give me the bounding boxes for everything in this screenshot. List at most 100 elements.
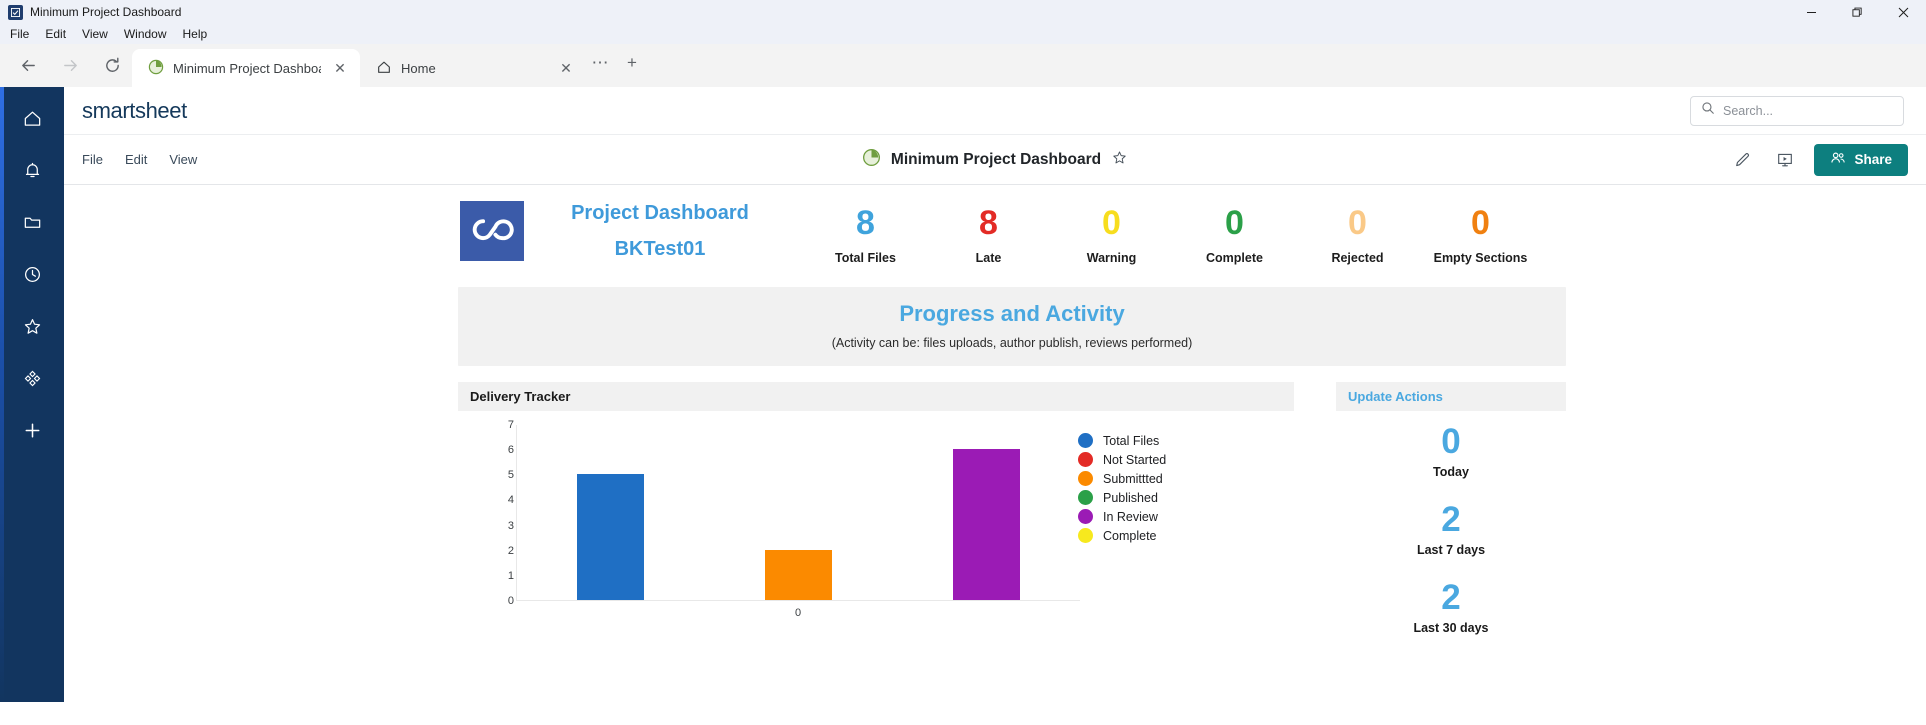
document-title-group: Minimum Project Dashboard [64, 148, 1926, 172]
legend-label: Published [1103, 490, 1158, 505]
pencil-icon[interactable] [1730, 147, 1756, 173]
chart-plot-area [516, 425, 1080, 601]
kpi-total-files: 8 Total Files [804, 201, 927, 265]
dashboard-canvas: Project Dashboard BKTest01 8 Total Files… [64, 185, 1926, 702]
kpi-label: Late [975, 251, 1002, 265]
chart-bar-slot [892, 425, 1080, 600]
legend-item[interactable]: Complete [1078, 528, 1166, 543]
sidebar-item-solutions[interactable] [15, 361, 49, 395]
kpi-label: Total Files [835, 251, 896, 265]
minimize-button[interactable] [1788, 0, 1834, 24]
y-axis-tick: 2 [507, 544, 514, 557]
kpi-value: 8 [856, 204, 875, 242]
tab-label: Minimum Project Dashboa [173, 60, 321, 76]
legend-label: Complete [1103, 528, 1157, 543]
delivery-tracker-widget: Delivery Tracker 7 6 5 4 3 2 1 0 0 Total Files N… [458, 382, 1294, 640]
sidebar-item-create[interactable] [15, 413, 49, 447]
forward-button[interactable] [56, 52, 84, 80]
tab-close-icon[interactable]: ✕ [330, 58, 350, 78]
legend-item[interactable]: Submittted [1078, 471, 1166, 486]
search-input[interactable]: Search... [1690, 95, 1904, 126]
legend-color-swatch [1078, 471, 1093, 486]
banner-subtitle: (Activity can be: files uploads, author … [831, 336, 1193, 350]
new-tab-icon[interactable]: + [618, 49, 646, 77]
tab-close-icon[interactable]: ✕ [556, 58, 576, 78]
kpi-complete: 0 Complete [1173, 201, 1296, 265]
menu-file[interactable]: File [10, 27, 29, 41]
toolbar-menu-file[interactable]: File [82, 152, 103, 167]
legend-label: Total Files [1103, 433, 1160, 448]
share-button[interactable]: Share [1814, 143, 1908, 176]
dashboard-top-row: Project Dashboard BKTest01 8 Total Files… [64, 185, 1926, 265]
kpi-warning: 0 Warning [1050, 201, 1173, 265]
dashboard-toolbar: File Edit View Minimum Project Dashboard [64, 135, 1926, 185]
smartsheet-logo[interactable]: smartsheet [82, 98, 187, 124]
sidebar-item-favorites[interactable] [15, 309, 49, 343]
chart-legend: Total Files Not Started Submittted Publishe… [1078, 433, 1166, 543]
brand-line-1: Project Dashboard [571, 201, 749, 224]
chart-bar[interactable] [952, 449, 1020, 600]
update-actions-body: 0 Today 2 Last 7 days 2 Last 30 days [1336, 411, 1566, 635]
maximize-restore-button[interactable] [1834, 0, 1880, 24]
y-axis-tick: 5 [507, 469, 514, 482]
kpi-rejected: 0 Rejected [1296, 201, 1419, 265]
sidebar-item-notifications[interactable] [15, 153, 49, 187]
toolbar-menu-view[interactable]: View [169, 152, 197, 167]
legend-item[interactable]: In Review [1078, 509, 1166, 524]
left-nav-rail [0, 87, 64, 702]
chart-bar[interactable] [577, 474, 645, 600]
tab-home[interactable]: Home ✕ [360, 49, 586, 87]
delivery-tracker-title: Delivery Tracker [458, 382, 1294, 411]
sidebar-item-recents[interactable] [15, 257, 49, 291]
update-actions-widget: Update Actions 0 Today 2 Last 7 days 2 L… [1336, 382, 1566, 635]
chart-bar[interactable] [765, 549, 832, 600]
tab-minimum-project-dashboard[interactable]: Minimum Project Dashboa ✕ [132, 49, 360, 87]
presentation-icon[interactable] [1772, 147, 1798, 173]
infinity-logo [460, 201, 524, 261]
app-content: smartsheet Search... File Edit View Mini… [64, 87, 1926, 702]
browser-nav-buttons [0, 44, 132, 87]
update-actions-stat-last-30-days: 2 Last 30 days [1336, 577, 1566, 635]
stat-label: Last 7 days [1416, 543, 1486, 557]
favorite-star-icon[interactable] [1111, 149, 1128, 171]
legend-item[interactable]: Not Started [1078, 452, 1166, 467]
menu-view[interactable]: View [82, 27, 108, 41]
window-title: Minimum Project Dashboard [30, 5, 182, 19]
toolbar-right-actions: Share [1730, 143, 1908, 176]
legend-label: In Review [1103, 509, 1158, 524]
legend-color-swatch [1078, 433, 1093, 448]
sidebar-item-home[interactable] [15, 101, 49, 135]
pie-chart-icon [862, 148, 881, 172]
stat-label: Today [1433, 465, 1469, 479]
chart-bar-slot [517, 425, 705, 600]
progress-activity-banner: Progress and Activity (Activity can be: … [458, 287, 1566, 366]
browser-tabstrip: Minimum Project Dashboa ✕ Home ✕ [132, 44, 586, 87]
smartsheet-app-icon [8, 4, 23, 20]
browser-chrome: Minimum Project Dashboa ✕ Home ✕ ⋯ + [0, 44, 1926, 87]
sidebar-item-browse[interactable] [15, 205, 49, 239]
tab-overflow-icon[interactable]: ⋯ [586, 49, 614, 77]
legend-item[interactable]: Total Files [1078, 433, 1166, 448]
y-axis-tick: 0 [507, 595, 514, 607]
tab-label: Home [401, 60, 436, 76]
search-icon [1701, 101, 1715, 120]
dashboard-panels: Delivery Tracker 7 6 5 4 3 2 1 0 0 Total Files N… [458, 382, 1926, 640]
menu-edit[interactable]: Edit [45, 27, 66, 41]
kpi-label: Empty Sections [1433, 251, 1528, 265]
close-button[interactable] [1880, 0, 1926, 24]
y-axis-tick: 3 [507, 519, 514, 532]
legend-item[interactable]: Published [1078, 490, 1166, 505]
reload-button[interactable] [98, 52, 126, 80]
y-axis-tick: 4 [507, 494, 514, 507]
kpi-label: Rejected [1331, 251, 1384, 265]
menu-window[interactable]: Window [124, 27, 167, 41]
menu-help[interactable]: Help [183, 27, 208, 41]
stat-value: 2 [1441, 500, 1461, 539]
back-button[interactable] [14, 52, 42, 80]
people-icon [1830, 150, 1846, 169]
brand-line-2: BKTest01 [614, 237, 706, 260]
kpi-value: 8 [979, 204, 998, 242]
update-actions-stat-today: 0 Today [1336, 421, 1566, 479]
toolbar-menu-edit[interactable]: Edit [125, 152, 147, 167]
